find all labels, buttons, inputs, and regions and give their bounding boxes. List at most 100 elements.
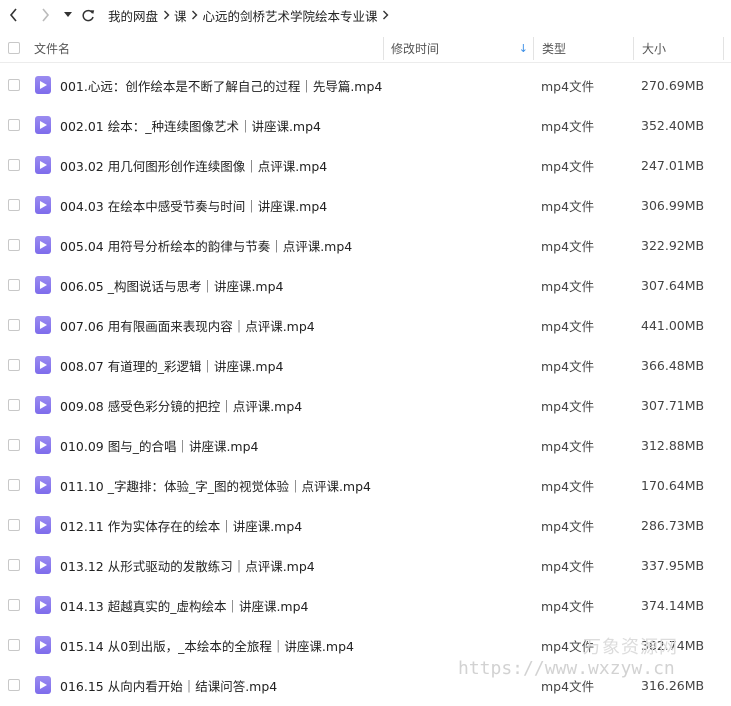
file-row[interactable]: 006.05 _构图说话与思考｜讲座课.mp4 mp4文件 307.64MB — [0, 265, 731, 305]
file-row[interactable]: 004.03 在绘本中感受节奏与时间｜讲座课.mp4 mp4文件 306.99M… — [0, 185, 731, 225]
file-list-header: 文件名 修改时间 ↓ 类型 大小 — [0, 34, 731, 63]
file-type: mp4文件 — [541, 398, 595, 414]
column-header-name[interactable]: 文件名 — [26, 34, 384, 63]
back-button[interactable] — [0, 0, 28, 30]
video-file-icon — [35, 436, 51, 454]
row-checkbox[interactable] — [8, 679, 20, 691]
file-row[interactable]: 005.04 用符号分析绘本的韵律与节奏｜点评课.mp4 mp4文件 322.9… — [0, 225, 731, 265]
file-name[interactable]: 008.07 有道理的_彩逻辑｜讲座课.mp4 — [60, 356, 284, 375]
file-size: 306.99MB — [641, 197, 705, 213]
video-file-icon — [35, 676, 51, 694]
video-file-icon — [35, 76, 51, 94]
file-name[interactable]: 013.12 从形式驱动的发散练习｜点评课.mp4 — [60, 556, 315, 575]
file-size: 352.40MB — [641, 117, 705, 133]
breadcrumb: 我的网盘 课 心远的剑桥艺术学院绘本专业课 — [108, 0, 394, 30]
file-type: mp4文件 — [541, 318, 595, 334]
sort-down-arrow-icon: ↓ — [518, 41, 528, 55]
video-file-icon — [35, 516, 51, 534]
column-header-type[interactable]: 类型 — [534, 34, 634, 63]
file-row[interactable]: 014.13 超越真实的_虚构绘本｜讲座课.mp4 mp4文件 374.14MB — [0, 585, 731, 625]
video-file-icon — [35, 356, 51, 374]
file-row[interactable]: 011.10 _字趣排：体验_字_图的视觉体验｜点评课.mp4 mp4文件 17… — [0, 465, 731, 505]
file-row[interactable]: 002.01 绘本：_种连续图像艺术｜讲座课.mp4 mp4文件 352.40M… — [0, 105, 731, 145]
row-checkbox[interactable] — [8, 279, 20, 291]
video-file-icon — [35, 156, 51, 174]
file-type: mp4文件 — [541, 278, 595, 294]
breadcrumb-item-current-folder[interactable]: 心远的剑桥艺术学院绘本专业课 — [203, 6, 378, 25]
file-size: 270.69MB — [641, 77, 705, 93]
row-checkbox[interactable] — [8, 119, 20, 131]
file-size: 366.48MB — [641, 357, 705, 373]
file-row[interactable]: 012.11 作为实体存在的绘本｜讲座课.mp4 mp4文件 286.73MB — [0, 505, 731, 545]
column-header-size[interactable]: 大小 — [634, 34, 724, 63]
row-checkbox[interactable] — [8, 599, 20, 611]
video-file-icon — [35, 196, 51, 214]
file-row[interactable]: 010.09 图与_的合唱｜讲座课.mp4 mp4文件 312.88MB — [0, 425, 731, 465]
row-checkbox[interactable] — [8, 319, 20, 331]
file-row[interactable]: 003.02 用几何图形创作连续图像｜点评课.mp4 mp4文件 247.01M… — [0, 145, 731, 185]
column-header-date-label: 修改时间 — [391, 41, 440, 56]
file-name[interactable]: 011.10 _字趣排：体验_字_图的视觉体验｜点评课.mp4 — [60, 476, 371, 495]
row-checkbox[interactable] — [8, 639, 20, 651]
file-name[interactable]: 016.15 从向内看开始｜结课问答.mp4 — [60, 676, 277, 695]
file-name[interactable]: 004.03 在绘本中感受节奏与时间｜讲座课.mp4 — [60, 196, 327, 215]
history-dropdown-button[interactable] — [60, 0, 76, 30]
file-name[interactable]: 009.08 感受色彩分镜的把控｜点评课.mp4 — [60, 396, 302, 415]
file-name[interactable]: 015.14 从0到出版，_本绘本的全旅程｜讲座课.mp4 — [60, 636, 354, 655]
file-row[interactable]: 009.08 感受色彩分镜的把控｜点评课.mp4 mp4文件 307.71MB — [0, 385, 731, 425]
row-checkbox[interactable] — [8, 359, 20, 371]
watermark-logo-text: 万象资源网 — [583, 637, 678, 658]
file-type: mp4文件 — [541, 558, 595, 574]
file-row[interactable]: 001.心远：创作绘本是不断了解自己的过程｜先导篇.mp4 mp4文件 270.… — [0, 65, 731, 105]
column-header-date[interactable]: 修改时间 ↓ — [384, 34, 534, 63]
chevron-right-icon[interactable] — [378, 0, 394, 30]
file-type: mp4文件 — [541, 358, 595, 374]
row-checkbox[interactable] — [8, 479, 20, 491]
row-checkbox[interactable] — [8, 199, 20, 211]
file-name[interactable]: 012.11 作为实体存在的绘本｜讲座课.mp4 — [60, 516, 302, 535]
file-size: 441.00MB — [641, 317, 705, 333]
column-header-size-label: 大小 — [642, 41, 667, 56]
file-row[interactable]: 013.12 从形式驱动的发散练习｜点评课.mp4 mp4文件 337.95MB — [0, 545, 731, 585]
select-all-checkbox[interactable] — [8, 42, 20, 54]
breadcrumb-item-root[interactable]: 我的网盘 — [108, 6, 158, 25]
file-size: 316.26MB — [641, 677, 705, 693]
column-header-type-label: 类型 — [542, 41, 567, 56]
row-checkbox[interactable] — [8, 159, 20, 171]
file-name[interactable]: 007.06 用有限画面来表现内容｜点评课.mp4 — [60, 316, 315, 335]
file-type: mp4文件 — [541, 598, 595, 614]
dropdown-caret-icon — [64, 12, 72, 17]
refresh-button[interactable] — [76, 0, 100, 30]
file-name[interactable]: 005.04 用符号分析绘本的韵律与节奏｜点评课.mp4 — [60, 236, 352, 255]
back-arrow-icon — [9, 8, 17, 22]
file-type: mp4文件 — [541, 478, 595, 494]
row-checkbox[interactable] — [8, 519, 20, 531]
row-checkbox[interactable] — [8, 439, 20, 451]
file-size: 286.73MB — [641, 517, 705, 533]
file-row[interactable]: 008.07 有道理的_彩逻辑｜讲座课.mp4 mp4文件 366.48MB — [0, 345, 731, 385]
row-checkbox[interactable] — [8, 239, 20, 251]
file-name[interactable]: 010.09 图与_的合唱｜讲座课.mp4 — [60, 436, 259, 455]
row-checkbox[interactable] — [8, 559, 20, 571]
file-row[interactable]: 007.06 用有限画面来表现内容｜点评课.mp4 mp4文件 441.00MB — [0, 305, 731, 345]
file-name[interactable]: 001.心远：创作绘本是不断了解自己的过程｜先导篇.mp4 — [60, 76, 382, 95]
forward-arrow-icon — [42, 8, 50, 22]
file-name[interactable]: 003.02 用几何图形创作连续图像｜点评课.mp4 — [60, 156, 327, 175]
video-file-icon — [35, 556, 51, 574]
file-size: 307.64MB — [641, 277, 705, 293]
row-checkbox[interactable] — [8, 79, 20, 91]
chevron-right-icon — [187, 0, 203, 30]
watermark-url: https://www.wxzyw.cn — [458, 658, 675, 679]
file-type: mp4文件 — [541, 198, 595, 214]
file-name[interactable]: 002.01 绘本：_种连续图像艺术｜讲座课.mp4 — [60, 116, 321, 135]
file-name[interactable]: 014.13 超越真实的_虚构绘本｜讲座课.mp4 — [60, 596, 309, 615]
file-type: mp4文件 — [541, 158, 595, 174]
file-name[interactable]: 006.05 _构图说话与思考｜讲座课.mp4 — [60, 276, 284, 295]
forward-button[interactable] — [30, 0, 60, 30]
navigation-bar: 我的网盘 课 心远的剑桥艺术学院绘本专业课 — [0, 0, 731, 30]
file-type: mp4文件 — [541, 118, 595, 134]
video-file-icon — [35, 396, 51, 414]
file-type: mp4文件 — [541, 78, 595, 94]
row-checkbox[interactable] — [8, 399, 20, 411]
breadcrumb-item-course[interactable]: 课 — [174, 6, 187, 25]
